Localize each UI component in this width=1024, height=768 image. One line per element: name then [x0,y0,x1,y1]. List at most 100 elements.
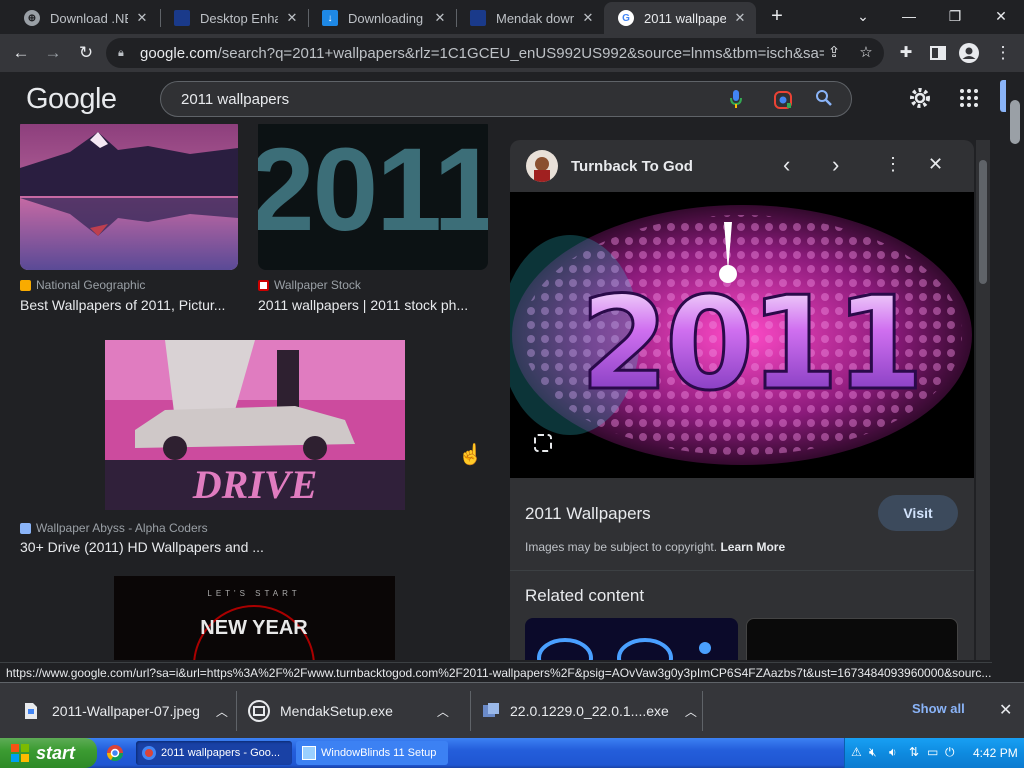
windows-taskbar: start 2011 wallpapers - Goo... WindowBli… [0,738,1024,768]
tab-title: Mendak downlo [496,10,574,26]
settings-gear-icon[interactable] [908,86,932,115]
lens-icon[interactable] [773,90,793,115]
related-thumbnail[interactable] [525,618,738,660]
visit-button[interactable]: Visit [878,495,958,531]
result-thumbnail[interactable]: 2011 [258,124,488,270]
close-tab-icon[interactable]: ✕ [284,10,300,26]
chrome-menu-icon[interactable]: ⋮ [990,40,1016,66]
tab-downloading[interactable]: ↓ Downloading W ✕ [308,2,456,34]
copyright-notice: Images may be subject to copyright. Lear… [525,540,786,554]
extensions-icon[interactable]: ✚ [893,40,919,66]
google-header: Google 2011 wallpapers [0,72,1006,124]
close-tab-icon[interactable]: ✕ [432,10,448,26]
close-window-button[interactable]: ✕ [978,4,1024,28]
chrome-quicklaunch-icon[interactable] [106,744,124,767]
preview-year-text: 2011 [580,270,920,419]
image-results: National Geographic Best Wallpapers of 2… [0,124,1004,660]
close-panel-icon[interactable]: ✕ [928,154,943,175]
reload-icon[interactable]: ↻ [73,40,99,66]
download-item[interactable]: 22.0.1229.0_22.0.1....exe ︿ [482,683,697,739]
close-downloads-bar-icon[interactable]: ✕ [999,700,1012,720]
start-button[interactable]: start [0,738,97,768]
download-menu-chevron-icon[interactable]: ︿ [437,703,449,720]
taskbar-item-windowblinds[interactable]: WindowBlinds 11 Setup [296,741,448,765]
tab-title: Download .NET [50,10,128,26]
tab-mendak[interactable]: Mendak downlo ✕ [456,2,604,34]
share-icon[interactable]: ⇪ [822,38,846,68]
search-box[interactable]: 2011 wallpapers [160,81,852,117]
svg-text:NEW YEAR: NEW YEAR [200,617,308,639]
close-tab-icon[interactable]: ✕ [580,10,596,26]
download-menu-chevron-icon[interactable]: ︿ [685,703,697,720]
security-alert-icon[interactable]: ⚠ [851,745,862,759]
tab-desktop-enhance[interactable]: Desktop Enhan ✕ [160,2,308,34]
learn-more-link[interactable]: Learn More [720,540,785,554]
result-caption[interactable]: 2011 wallpapers | 2011 stock ph... [258,297,474,313]
result-source[interactable]: Wallpaper Abyss - Alpha Coders [20,521,208,535]
panel-site-name[interactable]: Turnback To God [571,158,693,175]
result-thumbnail[interactable] [20,124,238,270]
exe-icon [482,700,500,722]
related-thumbnail[interactable] [746,618,958,660]
site-icon: ↓ [322,10,338,26]
search-icon[interactable] [815,89,833,112]
mute-icon[interactable]: 🔇︎ [869,745,877,760]
page-scrollbar[interactable] [1006,72,1024,662]
result-thumbnail[interactable]: DRIVE [105,340,405,510]
search-query[interactable]: 2011 wallpapers [181,91,289,108]
result-source[interactable]: Wallpaper Stock [258,278,361,292]
profile-icon[interactable] [956,40,982,66]
source-favicon-icon [20,279,31,291]
status-bar-url: https://www.google.com/url?sa=i&url=http… [0,662,992,682]
next-image-icon[interactable]: › [832,152,839,178]
forward-icon[interactable]: → [40,40,66,66]
thumb-year-text: 2011 [258,124,488,256]
result-caption[interactable]: Best Wallpapers of 2011, Pictur... [20,297,238,313]
preview-image[interactable]: 2011 [510,192,974,478]
power-icon[interactable]: ⏻ [945,745,955,760]
network-icon[interactable]: ⇅ [909,745,919,759]
tab-strip: ⊕ Download .NET ✕ Desktop Enhan ✕ ↓ Down… [0,0,1024,34]
bookmark-star-icon[interactable]: ☆ [854,38,878,68]
panel-image-title[interactable]: 2011 Wallpapers [525,504,651,524]
google-logo[interactable]: Google [26,83,117,116]
lens-search-icon[interactable] [534,434,552,452]
new-tab-button[interactable]: + [754,4,800,28]
site-icon [470,10,486,26]
close-tab-icon[interactable]: ✕ [134,10,150,26]
system-tray: ⚠ 🔇︎ 🔉︎ ⇅ ▭ ⏻ 4:42 PM [844,738,1024,768]
result-caption[interactable]: 30+ Drive (2011) HD Wallpapers and ... [20,539,320,555]
windowblinds-icon [302,746,316,760]
address-bar[interactable]: 🔒︎ google.com/search?q=2011+wallpapers&r… [106,38,884,68]
site-icon [174,10,190,26]
back-icon[interactable]: ← [8,40,34,66]
taskbar-item-chrome[interactable]: 2011 wallpapers - Goo... [136,741,292,765]
minimize-button[interactable]: — [886,4,932,28]
thumb-drive-text: DRIVE [192,462,318,507]
show-all-downloads-link[interactable]: Show all [912,701,965,716]
side-panel-icon[interactable] [925,40,951,66]
panel-scrollbar[interactable] [976,140,990,660]
tab-download-net[interactable]: ⊕ Download .NET ✕ [10,2,158,34]
tab-search-button[interactable]: ⌄ [840,4,886,28]
tab-title: Downloading W [348,10,426,26]
download-item[interactable]: 2011-Wallpaper-07.jpeg ︿ [20,683,232,739]
download-item[interactable]: MendakSetup.exe ︿ [248,683,460,739]
mic-icon[interactable] [729,89,743,114]
display-icon[interactable]: ▭ [927,745,938,759]
clock[interactable]: 4:42 PM [973,746,1018,760]
restore-button[interactable]: ❐ [932,4,978,28]
apps-grid-icon[interactable] [960,89,978,112]
volume-icon[interactable]: 🔉︎ [889,745,897,760]
svg-text:LET'S START: LET'S START [207,589,300,598]
download-menu-chevron-icon[interactable]: ︿ [216,703,228,720]
site-avatar[interactable] [526,150,558,182]
tab-2011-wallpapers[interactable]: G 2011 wallpapers ✕ [604,2,756,34]
close-tab-icon[interactable]: ✕ [732,10,748,26]
result-source[interactable]: National Geographic [20,278,145,292]
more-options-icon[interactable]: ⋮ [884,154,902,175]
google-icon: G [618,10,634,26]
previous-image-icon[interactable]: ‹ [783,152,790,178]
source-favicon-icon [258,279,269,291]
result-thumbnail[interactable]: LET'S START NEW YEAR [114,576,395,660]
